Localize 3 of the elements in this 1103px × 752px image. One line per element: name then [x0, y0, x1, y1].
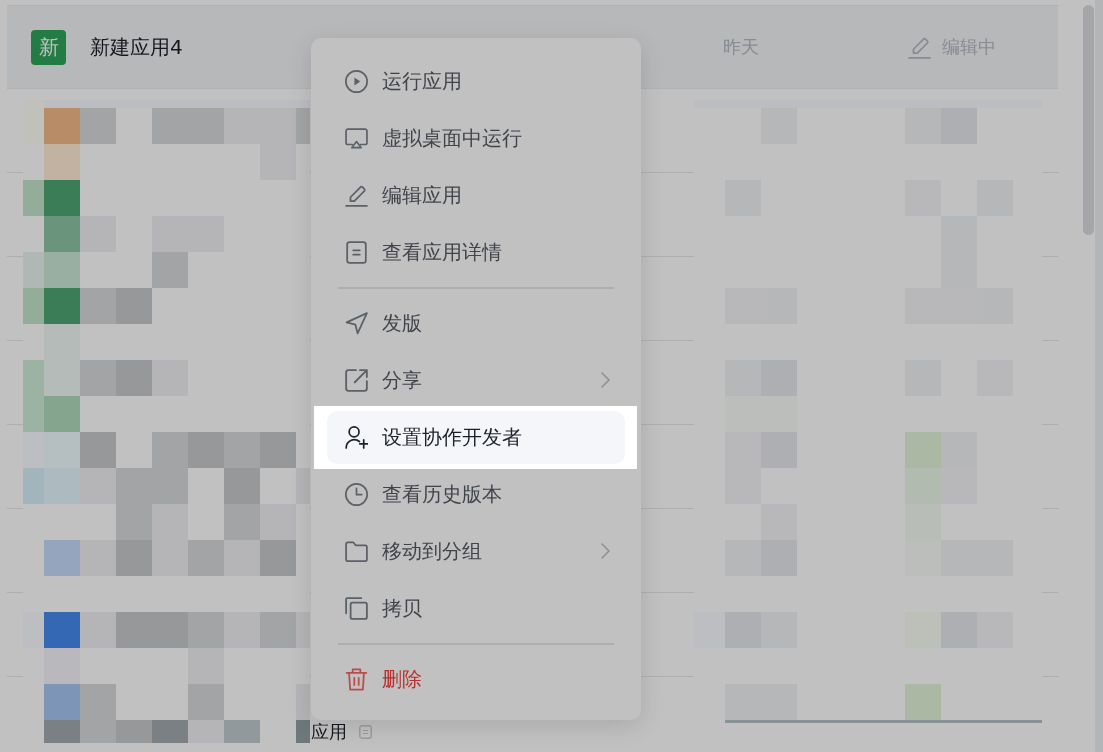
app-name: 应用	[311, 723, 347, 741]
app-name: 新建应用4	[90, 33, 183, 61]
app-avatar: 新	[31, 29, 66, 65]
